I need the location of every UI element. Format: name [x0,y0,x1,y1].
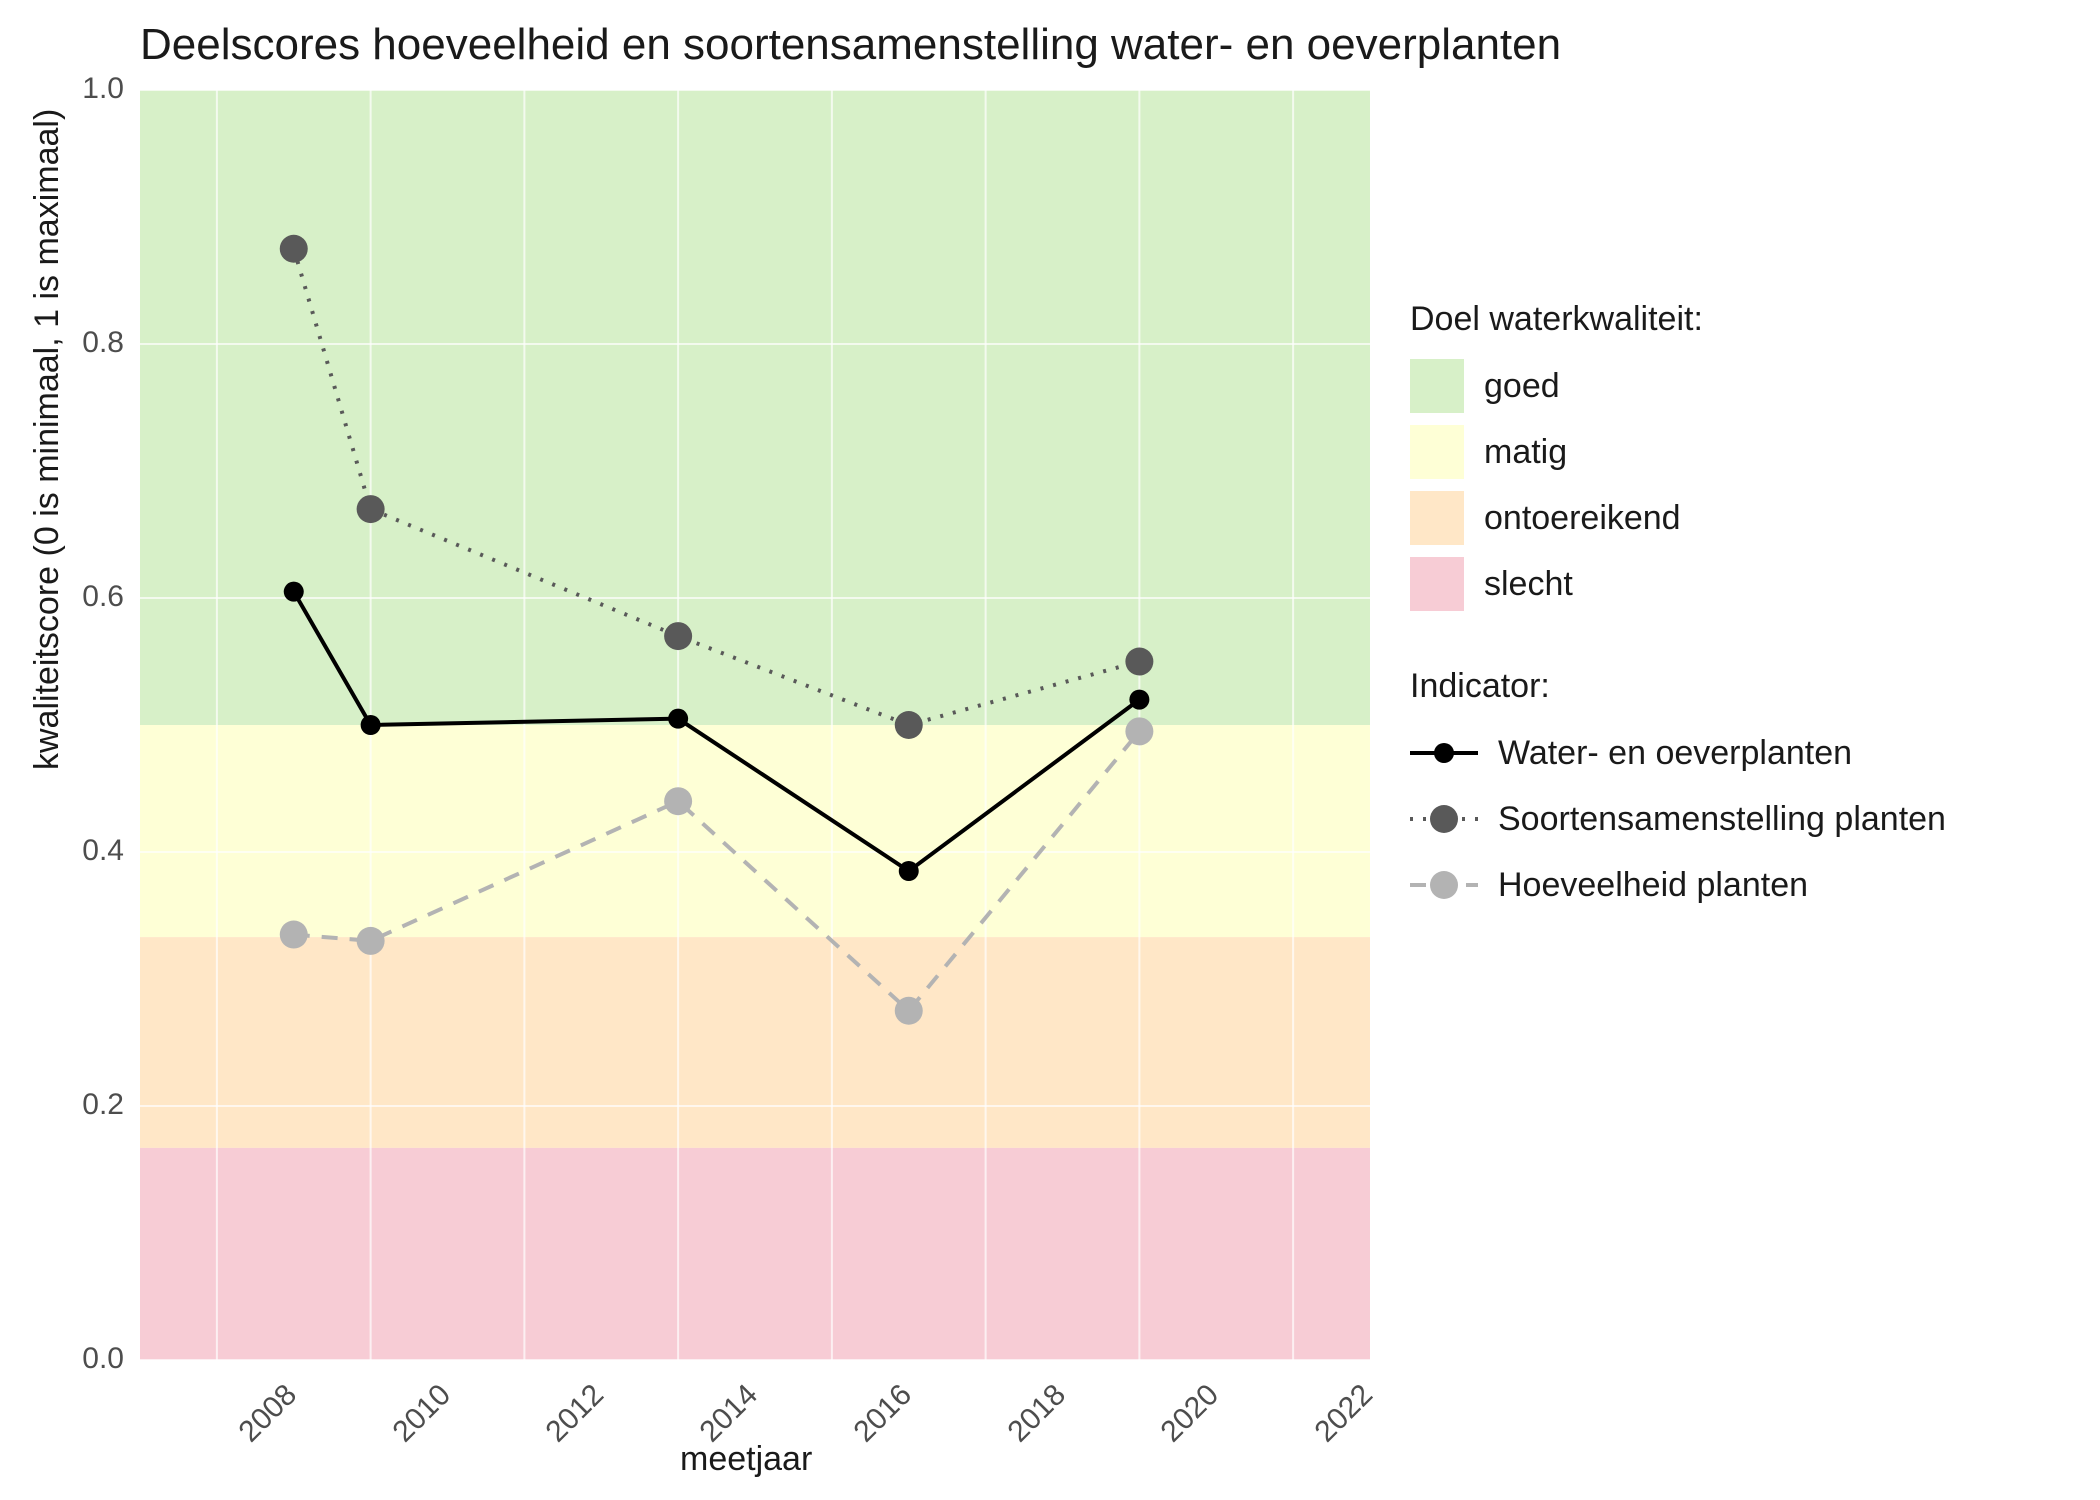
legend-indicator-item: Soortensamenstelling planten [1410,786,1946,852]
y-tick-label: 0.2 [64,1088,124,1122]
x-tick-label: 2010 [386,1378,457,1449]
y-tick-label: 0.0 [64,1342,124,1376]
y-tick-label: 1.0 [64,72,124,106]
legend-quality-label: slecht [1484,565,1573,604]
x-tick-label: 2016 [847,1378,918,1449]
legend-indicator-item: Water- en oeverplanten [1410,720,1946,786]
legend-indicator-items: Water- en oeverplanten Soortensamenstelli… [1410,720,1946,918]
x-tick-label: 2008 [232,1378,303,1449]
legend-indicator-title: Indicator: [1410,667,1946,706]
y-tick-label: 0.8 [64,326,124,360]
legend-line-icon [1410,802,1478,836]
legend-swatch [1410,425,1464,479]
chart-container: Deelscores hoeveelheid en soortensamenst… [0,0,2100,1500]
x-tick-label: 2012 [540,1378,611,1449]
legend-swatch [1410,491,1464,545]
legend-quality-label: matig [1484,433,1567,472]
legend-quality-label: goed [1484,367,1560,406]
legend-quality-item: ontoereikend [1410,485,1946,551]
legend-indicator-label: Soortensamenstelling planten [1498,800,1946,839]
y-axis-label: kwaliteitscore (0 is minimaal, 1 is maxi… [28,109,67,770]
legend-line-icon [1410,736,1478,770]
legend-indicator-label: Hoeveelheid planten [1498,866,1808,905]
x-tick-label: 2022 [1309,1378,1380,1449]
plot-area [140,90,1370,1360]
chart-title: Deelscores hoeveelheid en soortensamenst… [140,20,1561,70]
x-axis-label: meetjaar [680,1440,812,1479]
y-tick-label: 0.6 [64,580,124,614]
legend-swatch [1410,359,1464,413]
legend-line-icon [1410,868,1478,902]
legend-quality-item: matig [1410,419,1946,485]
legend-indicator-item: Hoeveelheid planten [1410,852,1946,918]
legend-quality-item: goed [1410,353,1946,419]
legend-quality-items: goed matig ontoereikend slecht [1410,353,1946,617]
legend-swatch [1410,557,1464,611]
plot-svg [140,90,1370,1360]
y-tick-label: 0.4 [64,834,124,868]
x-tick-label: 2014 [694,1378,765,1449]
legend-quality-title: Doel waterkwaliteit: [1410,300,1946,339]
x-tick-label: 2020 [1155,1378,1226,1449]
x-tick-label: 2018 [1001,1378,1072,1449]
legend-indicator-label: Water- en oeverplanten [1498,734,1852,773]
legend: Doel waterkwaliteit: goed matig ontoereike… [1410,300,1946,918]
legend-quality-item: slecht [1410,551,1946,617]
legend-quality-label: ontoereikend [1484,499,1681,538]
